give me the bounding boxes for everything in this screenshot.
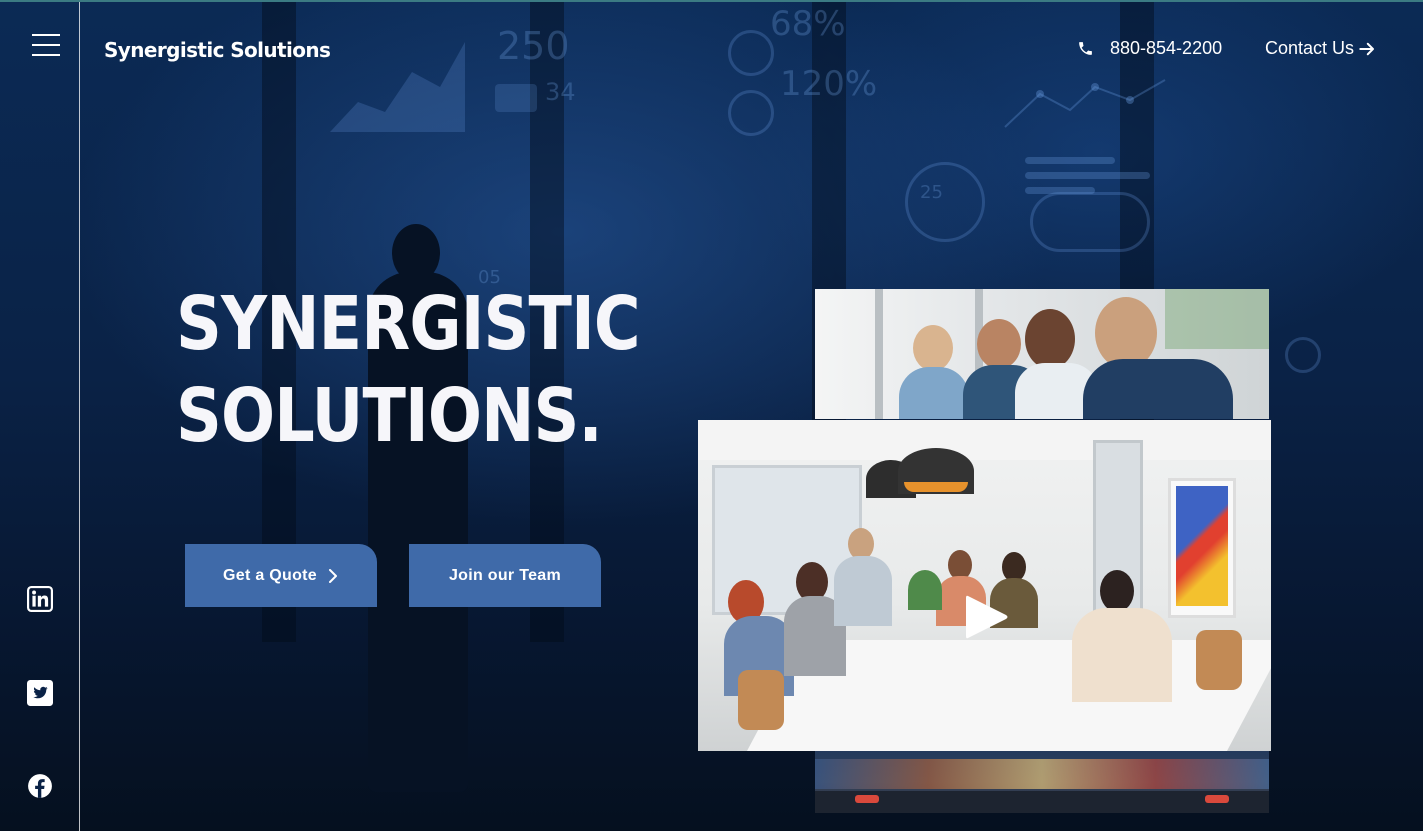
team-photo-top [815,289,1269,419]
background-card-icon [495,84,537,112]
hamburger-menu-icon[interactable] [32,34,60,58]
get-a-quote-button[interactable]: Get a Quote [185,544,377,607]
phone-link[interactable]: 880-854-2200 [1077,38,1222,59]
chevron-right-icon [328,568,337,583]
background-user-icon [728,30,774,76]
hero-headline-line: SOLUTIONS. [176,373,603,459]
background-number: 250 [497,24,570,68]
brand-logo-text[interactable]: Synergistic Solutions [104,38,331,62]
video-thumbnail[interactable] [698,420,1271,751]
background-number: 68% [770,4,846,44]
office-building-photo [815,751,1269,813]
background-bar [1025,187,1095,194]
facebook-icon[interactable] [27,773,53,799]
hero-headline: SYNERGISTIC SOLUTIONS. [176,278,641,462]
phone-number: 880-854-2200 [1110,38,1223,58]
background-bar [1025,157,1115,164]
background-line-chart [1004,79,1166,128]
background-number: 34 [545,78,576,106]
contact-us-link[interactable]: Contact Us [1265,38,1376,59]
join-our-team-button[interactable]: Join our Team [409,544,601,607]
background-number: 120% [780,64,878,104]
hero-headline-line: SYNERGISTIC [176,281,641,367]
left-sidebar [0,2,80,831]
linkedin-icon[interactable] [27,586,53,612]
contact-us-label: Contact Us [1265,38,1355,58]
get-a-quote-label: Get a Quote [223,566,317,584]
arrow-right-icon [1359,42,1375,55]
twitter-icon[interactable] [27,680,53,706]
background-gauge-ring [905,162,985,242]
background-area-chart [330,42,465,132]
background-bar [1025,172,1150,179]
join-our-team-label: Join our Team [448,566,562,584]
background-pill [1030,192,1150,252]
background-user-icon [1285,337,1321,373]
play-icon[interactable] [958,590,1012,644]
phone-icon [1079,42,1092,55]
background-user-icon [728,90,774,136]
